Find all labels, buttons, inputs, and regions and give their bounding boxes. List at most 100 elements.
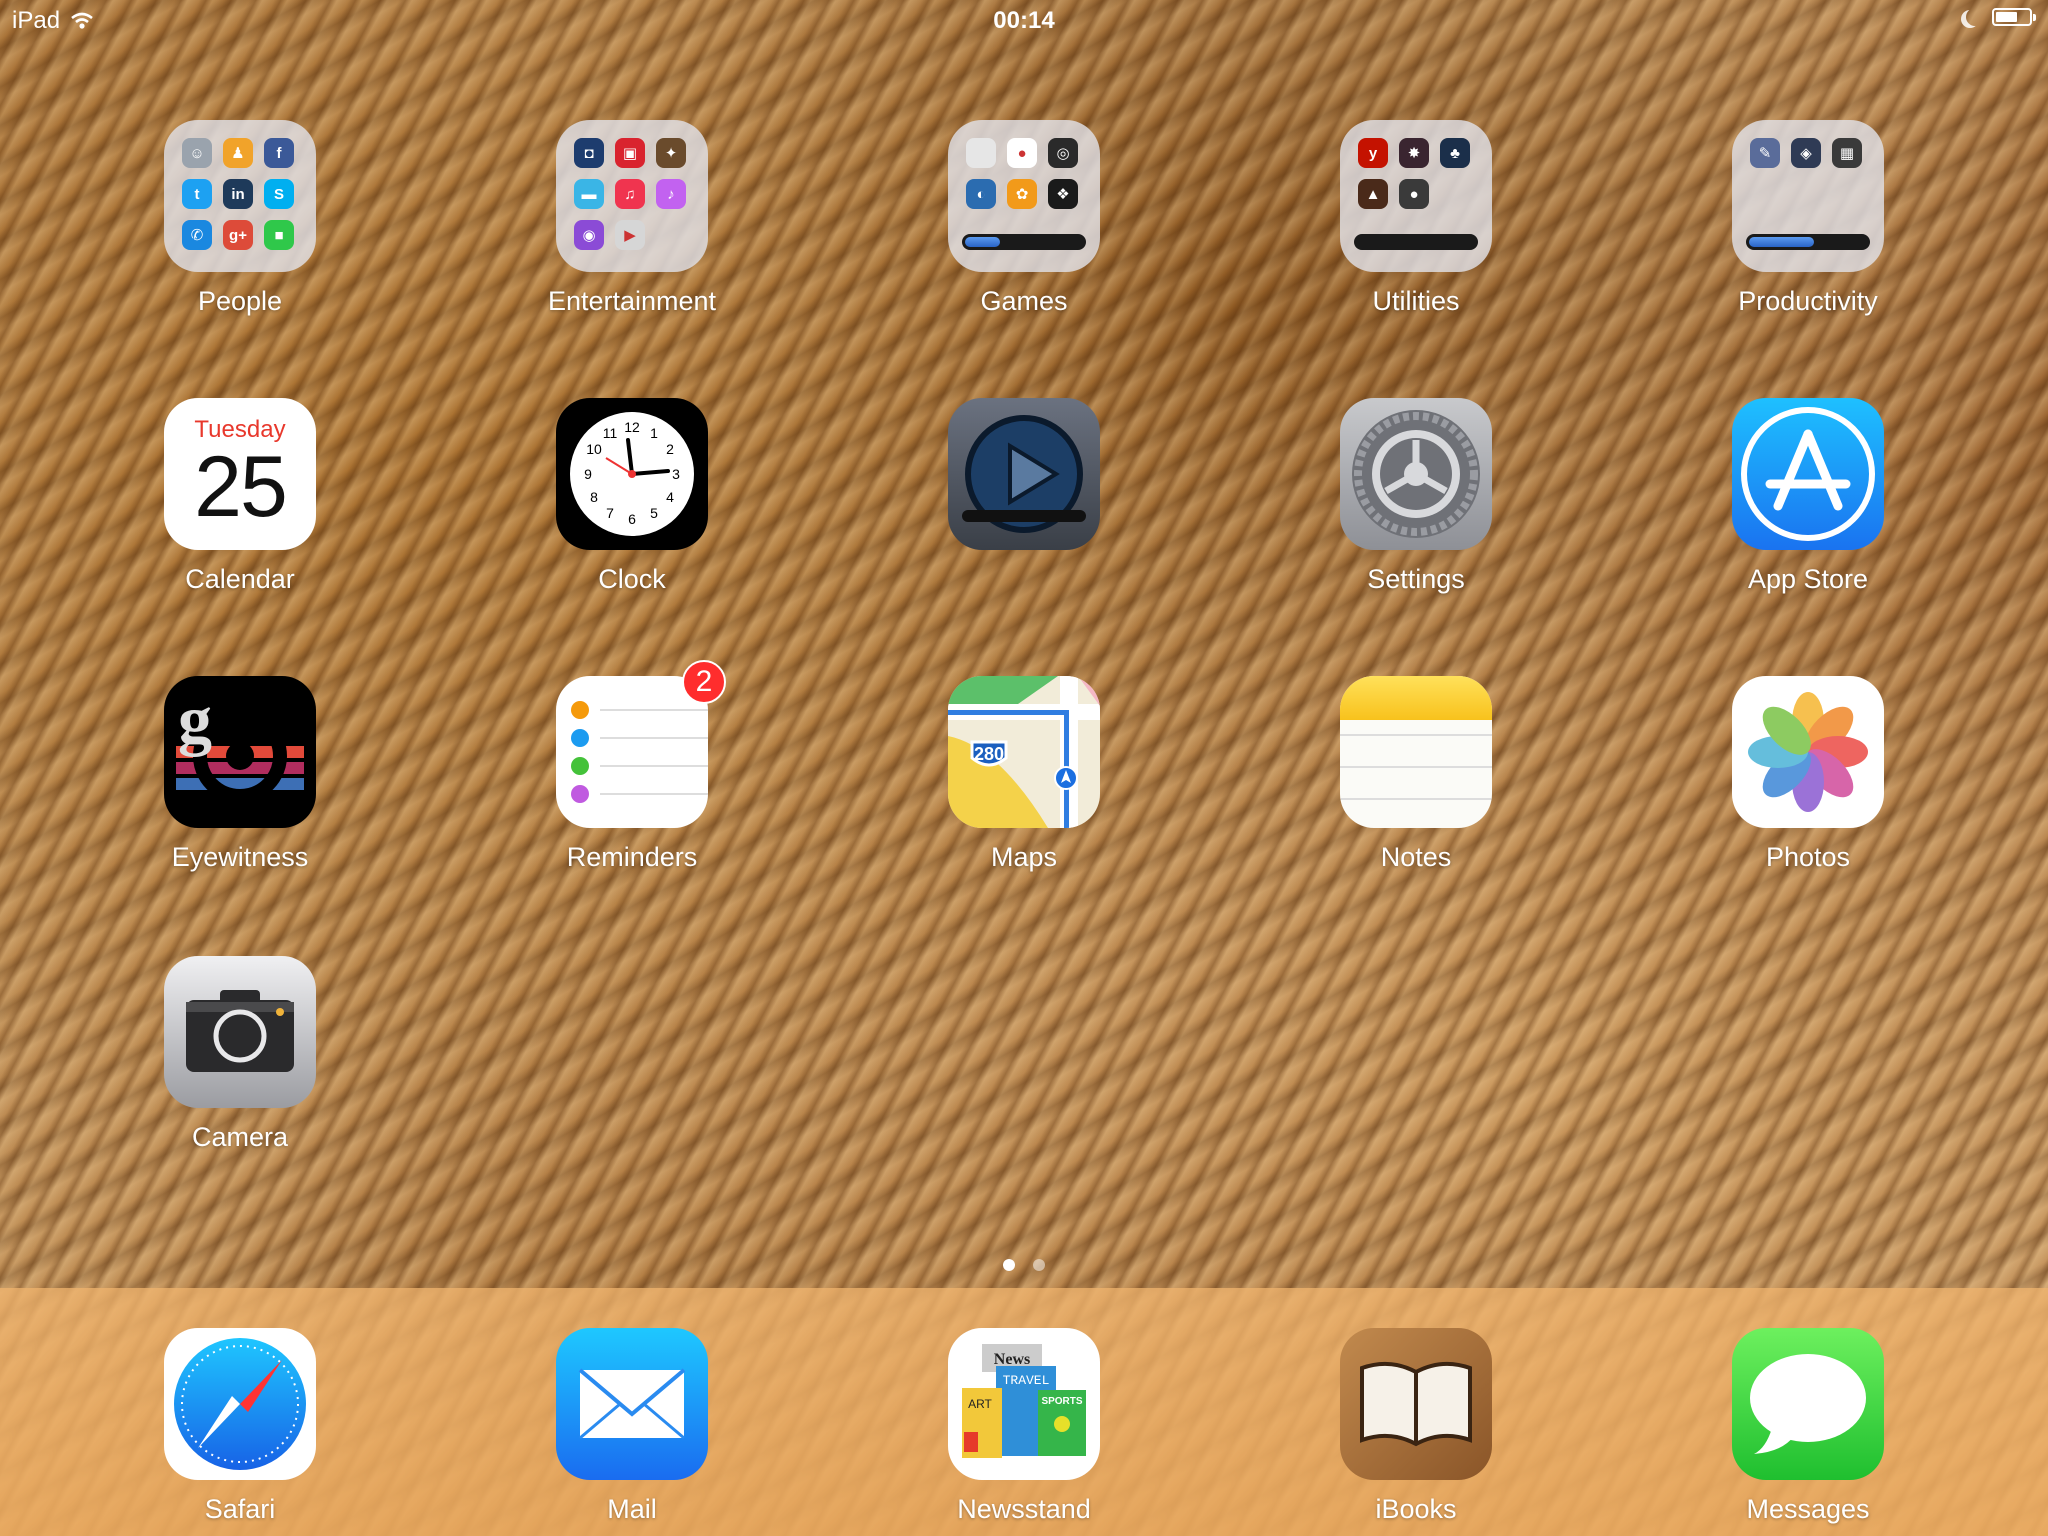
productivity-box-icon: ▦ — [1832, 138, 1862, 168]
game-dark-icon: ❖ — [1048, 179, 1078, 209]
folder-productivity[interactable]: ✎ ◈ ▦ Productivity — [1732, 120, 1884, 317]
app-label: Eyewitness — [171, 842, 309, 872]
app-video-player[interactable] — [948, 398, 1100, 564]
app-label: Settings — [1367, 564, 1465, 594]
messages-graphic — [1750, 1354, 1866, 1454]
folder-entertainment[interactable]: ◘ ▣ ✦ ▬ ♫ ♪ ◉ ▶ Entertainment — [548, 120, 716, 317]
eyewitness-graphic: g — [176, 681, 304, 803]
play-graphic — [962, 415, 1086, 533]
maps-icon: 280 — [948, 676, 1100, 828]
eyewitness-icon: g — [164, 676, 316, 828]
maps-graphic: 280 — [948, 676, 1100, 828]
dock-app-newsstand[interactable]: News TRAVEL ART SPORTS Newsstand — [948, 1328, 1100, 1525]
game-dog-icon: ✿ — [1007, 179, 1037, 209]
photos-icon — [1732, 676, 1884, 828]
app-calendar[interactable]: Tuesday 25 Calendar — [164, 398, 316, 595]
twitter-icon: t — [182, 179, 212, 209]
app-store-graphic — [1741, 407, 1875, 541]
app-label: Reminders — [566, 842, 698, 872]
ibooks-graphic — [1360, 1361, 1472, 1447]
notes-icon — [1340, 676, 1492, 828]
page-indicator[interactable] — [0, 1259, 2048, 1271]
utility-globe-icon: ● — [1399, 179, 1429, 209]
app-reminders[interactable]: 2 Reminders — [556, 660, 726, 873]
interstate-shield: 280 — [974, 744, 1004, 764]
svg-text:g: g — [178, 681, 212, 757]
download-progress — [1354, 234, 1478, 250]
play-icon — [948, 398, 1100, 550]
app-settings[interactable]: Settings — [1340, 398, 1492, 595]
svg-text:TRAVEL: TRAVEL — [1003, 1373, 1050, 1388]
reminders-icon — [556, 676, 708, 828]
status-right — [1960, 8, 2036, 26]
yelp-icon: y — [1358, 138, 1388, 168]
app-label: Camera — [191, 1122, 289, 1152]
app-label: Notes — [1380, 842, 1452, 872]
game-center-icon — [966, 138, 996, 168]
folder-games[interactable]: ● ◎ ◐ ✿ ❖ Games — [948, 120, 1100, 317]
skype-icon: S — [264, 179, 294, 209]
svg-text:12: 12 — [624, 419, 640, 435]
battery-icon — [1992, 8, 2036, 26]
app-eyewitness[interactable]: g Eyewitness — [164, 676, 316, 873]
dock-app-mail[interactable]: Mail — [556, 1328, 708, 1525]
app-label: Newsstand — [957, 1494, 1091, 1524]
reminders-graphic — [571, 701, 708, 803]
app-label: People — [197, 286, 283, 316]
calendar-icon: Tuesday 25 — [164, 398, 316, 550]
utility-brown-icon: ▲ — [1358, 179, 1388, 209]
app-label: iBooks — [1375, 1494, 1457, 1524]
download-progress — [962, 234, 1086, 250]
app-label: App Store — [1747, 564, 1869, 594]
app-maps[interactable]: 280 Maps — [948, 676, 1100, 873]
gear-icon — [1340, 398, 1492, 550]
folder-utilities[interactable]: y ✸ ♣ ▲ ● Utilities — [1340, 120, 1492, 317]
svg-text:9: 9 — [584, 466, 592, 482]
folder-people[interactable]: ☺ ♟ f t in S ✆ g+ ■ People — [164, 120, 316, 317]
game-droplet-icon: ◐ — [966, 179, 996, 209]
newsstand-graphic: News TRAVEL ART SPORTS — [962, 1344, 1086, 1458]
app-clock[interactable]: 12 1 2 345 678 9 10 11 Clock — [556, 398, 708, 595]
app-label: Safari — [204, 1494, 276, 1524]
videos-icon: ▬ — [574, 179, 604, 209]
page-dot[interactable] — [1033, 1259, 1045, 1271]
safari-compass — [174, 1338, 306, 1470]
page-dot[interactable] — [1003, 1259, 1015, 1271]
app-camera[interactable]: Camera — [164, 956, 316, 1153]
app-photos[interactable]: Photos — [1732, 676, 1884, 873]
app-label: Productivity — [1738, 286, 1878, 316]
photo-booth-icon: ▣ — [615, 138, 645, 168]
steam-icon: ◎ — [1048, 138, 1078, 168]
photos-flower — [1748, 692, 1868, 812]
speech-bubble-icon — [1732, 1328, 1884, 1480]
app-label: Messages — [1746, 1494, 1870, 1524]
google-plus-icon: g+ — [223, 220, 253, 250]
camera-app-icon: ◘ — [574, 138, 604, 168]
app-label: Mail — [607, 1494, 657, 1524]
svg-text:11: 11 — [603, 425, 618, 441]
app-label: Games — [980, 286, 1068, 316]
dock-app-ibooks[interactable]: iBooks — [1340, 1328, 1492, 1525]
mail-icon — [556, 1328, 708, 1480]
download-progress — [1746, 234, 1870, 250]
camera-icon — [164, 956, 316, 1108]
folder-icon: ◘ ▣ ✦ ▬ ♫ ♪ ◉ ▶ — [556, 120, 708, 272]
app-app-store[interactable]: App Store — [1732, 398, 1884, 595]
facebook-icon: f — [264, 138, 294, 168]
clock-face: 12 12 345 678 91011 — [570, 412, 694, 536]
app-store-icon — [1732, 398, 1884, 550]
dock-app-safari[interactable]: Safari — [164, 1328, 316, 1525]
folder-icon: ✎ ◈ ▦ — [1732, 120, 1884, 272]
dock-app-messages[interactable]: Messages — [1732, 1328, 1884, 1525]
do-not-disturb-icon — [1966, 8, 1984, 26]
status-bar: iPad 00:14 — [0, 0, 2048, 40]
calendar-day: 25 — [194, 439, 288, 535]
youtube-icon: ▶ — [615, 220, 645, 250]
find-friends-icon: ♟ — [223, 138, 253, 168]
svg-text:10: 10 — [586, 441, 602, 457]
book-icon — [1340, 1328, 1492, 1480]
app-label: Utilities — [1372, 286, 1460, 316]
svg-text:News: News — [994, 1351, 1030, 1368]
status-time: 00:14 — [993, 7, 1055, 34]
app-notes[interactable]: Notes — [1340, 676, 1492, 873]
